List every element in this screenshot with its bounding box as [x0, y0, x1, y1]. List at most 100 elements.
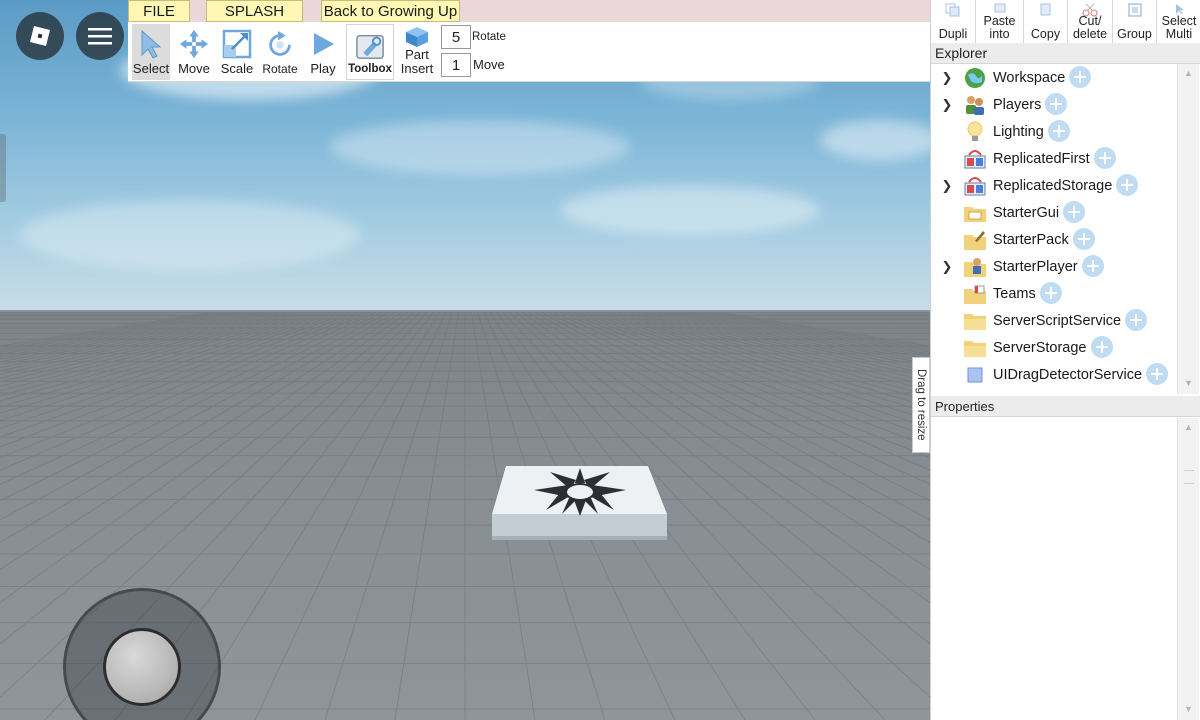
- explorer-scrollbar[interactable]: ▲ ▼: [1177, 64, 1199, 394]
- duplicate-icon: [945, 3, 960, 17]
- spawn-location[interactable]: [492, 466, 667, 540]
- rotate-increment-label: Rotate: [472, 31, 506, 43]
- explorer-item-players[interactable]: ❯ Players: [931, 91, 1175, 118]
- copy-button[interactable]: Copy: [1023, 0, 1067, 44]
- thumbstick-knob[interactable]: [103, 628, 181, 706]
- select-multi-button[interactable]: Select Multi: [1156, 0, 1200, 44]
- file-menu-tab[interactable]: FILE: [128, 0, 190, 22]
- ui-drag-detector-icon: [963, 363, 987, 387]
- explorer-item-label: StarterPack: [993, 231, 1069, 248]
- hamburger-icon: [88, 28, 112, 45]
- cursor-arrow-icon: [136, 29, 166, 59]
- rotate-increment-input[interactable]: 5: [441, 25, 471, 49]
- workspace-icon: [963, 66, 987, 90]
- properties-header: Properties: [931, 396, 1200, 417]
- insert-object-plus-icon[interactable]: [1091, 336, 1113, 358]
- explorer-item-starter-pack[interactable]: StarterPack: [931, 226, 1175, 253]
- paste-into-button[interactable]: Paste into: [975, 0, 1023, 44]
- select-tool-button[interactable]: Select: [132, 24, 170, 80]
- chevron-right-icon[interactable]: ❯: [941, 253, 953, 280]
- replicated-first-icon: [963, 147, 987, 171]
- explorer-item-label: ReplicatedFirst: [993, 150, 1090, 167]
- explorer-item-label: StarterGui: [993, 204, 1060, 221]
- insert-object-plus-icon[interactable]: [1116, 174, 1138, 196]
- explorer-item-label: Teams: [993, 285, 1036, 302]
- explorer-item-server-storage[interactable]: ServerStorage: [931, 334, 1175, 361]
- starter-pack-icon: [963, 228, 987, 252]
- insert-object-plus-icon[interactable]: [1082, 255, 1104, 277]
- chevron-right-icon[interactable]: ❯: [941, 91, 953, 118]
- explorer-item-ui-drag-detector-service[interactable]: UIDragDetectorService: [931, 361, 1175, 388]
- roblox-logo-icon: [30, 26, 50, 46]
- insert-object-plus-icon[interactable]: [1045, 93, 1067, 115]
- insert-object-plus-icon[interactable]: [1073, 228, 1095, 250]
- explorer-item-lighting[interactable]: Lighting: [931, 118, 1175, 145]
- scissors-icon: [1082, 3, 1098, 17]
- insert-object-plus-icon[interactable]: [1040, 282, 1062, 304]
- explorer-item-label: Players: [993, 96, 1042, 113]
- teams-icon: [963, 282, 987, 306]
- replicated-storage-icon: [963, 174, 987, 198]
- explorer-item-workspace[interactable]: ❯ Workspace: [931, 64, 1175, 91]
- paste-icon: [994, 3, 1005, 13]
- side-edge-handle[interactable]: [0, 134, 6, 202]
- tool-ribbon: Select Move Scale Rotate Play Toolbox Pa…: [128, 22, 930, 82]
- explorer-item-label: Lighting: [993, 123, 1044, 140]
- roblox-logo-button[interactable]: [16, 12, 64, 60]
- server-script-service-icon: [963, 309, 987, 333]
- studio-side-panel: Dupli Paste into Copy Cut/ delete Group …: [930, 0, 1200, 720]
- chevron-right-icon[interactable]: ❯: [941, 172, 953, 199]
- splash-menu-tab[interactable]: SPLASH: [206, 0, 303, 22]
- explorer-item-label: ReplicatedStorage: [993, 177, 1113, 194]
- insert-part-button[interactable]: Part Insert: [396, 24, 438, 80]
- drag-to-resize-handle[interactable]: Drag to resize: [912, 357, 930, 453]
- explorer-item-label: ServerScriptService: [993, 312, 1122, 329]
- part-cube-icon: [402, 26, 432, 48]
- insert-object-plus-icon[interactable]: [1094, 147, 1116, 169]
- properties-scrollbar[interactable]: ▲ ▼: [1177, 418, 1199, 720]
- insert-object-plus-icon[interactable]: [1146, 363, 1168, 385]
- play-button[interactable]: Play: [304, 24, 342, 80]
- explorer-tree: ❯ Workspace ❯ Players Lighting ReplicatedFirs…: [931, 64, 1175, 394]
- multi-select-icon: [1176, 4, 1184, 14]
- cut-delete-button[interactable]: Cut/ delete: [1067, 0, 1112, 44]
- explorer-item-label: Workspace: [993, 69, 1066, 86]
- scale-icon: [222, 29, 252, 59]
- move-arrows-icon: [179, 29, 209, 59]
- toolbox-icon: [355, 31, 385, 61]
- explorer-item-replicated-storage[interactable]: ❯ ReplicatedStorage: [931, 172, 1175, 199]
- scale-tool-button[interactable]: Scale: [216, 24, 258, 80]
- explorer-item-label: StarterPlayer: [993, 258, 1078, 275]
- move-increment-input[interactable]: 1: [441, 53, 471, 77]
- players-icon: [963, 93, 987, 117]
- explorer-item-replicated-first[interactable]: ReplicatedFirst: [931, 145, 1175, 172]
- group-button[interactable]: Group: [1112, 0, 1156, 44]
- insert-object-plus-icon[interactable]: [1125, 309, 1147, 331]
- toolbox-button[interactable]: Toolbox: [346, 24, 394, 80]
- menu-button[interactable]: [76, 12, 124, 60]
- insert-object-plus-icon[interactable]: [1069, 66, 1091, 88]
- game-viewport[interactable]: [0, 0, 930, 720]
- starter-gui-icon: [963, 201, 987, 225]
- explorer-item-teams[interactable]: Teams: [931, 280, 1175, 307]
- explorer-item-server-script-service[interactable]: ServerScriptService: [931, 307, 1175, 334]
- explorer-item-label: ServerStorage: [993, 339, 1087, 356]
- explorer-item-starter-gui[interactable]: StarterGui: [931, 199, 1175, 226]
- insert-object-plus-icon[interactable]: [1048, 120, 1070, 142]
- move-tool-button[interactable]: Move: [174, 24, 214, 80]
- play-icon: [308, 29, 338, 59]
- rotate-icon: [265, 30, 295, 60]
- group-icon: [1128, 3, 1141, 17]
- insert-object-plus-icon[interactable]: [1063, 201, 1085, 223]
- duplicate-button[interactable]: Dupli: [931, 0, 975, 44]
- panel-action-bar: Dupli Paste into Copy Cut/ delete Group …: [931, 0, 1200, 44]
- lighting-icon: [963, 120, 987, 144]
- explorer-item-starter-player[interactable]: ❯ StarterPlayer: [931, 253, 1175, 280]
- rotate-tool-button[interactable]: Rotate: [259, 24, 301, 80]
- server-storage-icon: [963, 336, 987, 360]
- explorer-item-label: UIDragDetectorService: [993, 366, 1143, 383]
- chevron-right-icon[interactable]: ❯: [941, 64, 953, 91]
- copy-icon: [1040, 3, 1050, 16]
- starter-player-icon: [963, 255, 987, 279]
- back-to-growing-up-tab[interactable]: Back to Growing Up: [321, 0, 460, 22]
